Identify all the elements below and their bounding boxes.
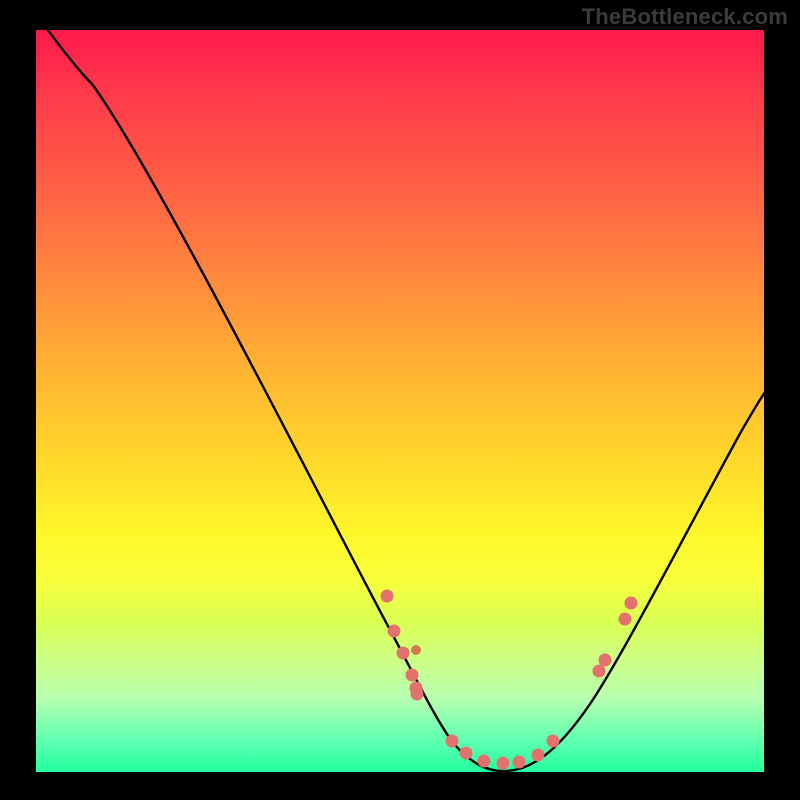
data-point [619,613,631,625]
data-points [381,590,637,769]
data-point [381,590,393,602]
data-point [599,654,611,666]
data-point [497,757,509,769]
data-point [532,749,544,761]
points-layer [36,30,764,772]
data-point [446,735,458,747]
data-point [478,755,490,767]
data-point [513,756,525,768]
data-point [460,747,472,759]
chart-stage: TheBottleneck.com [0,0,800,800]
data-point [411,688,423,700]
data-point [406,669,418,681]
data-point [593,665,605,677]
data-point [397,647,409,659]
data-point [625,597,637,609]
data-point [547,735,559,747]
highlight-dot [411,645,421,655]
attribution-text: TheBottleneck.com [582,4,788,30]
plot-area [36,30,764,772]
data-point [388,625,400,637]
